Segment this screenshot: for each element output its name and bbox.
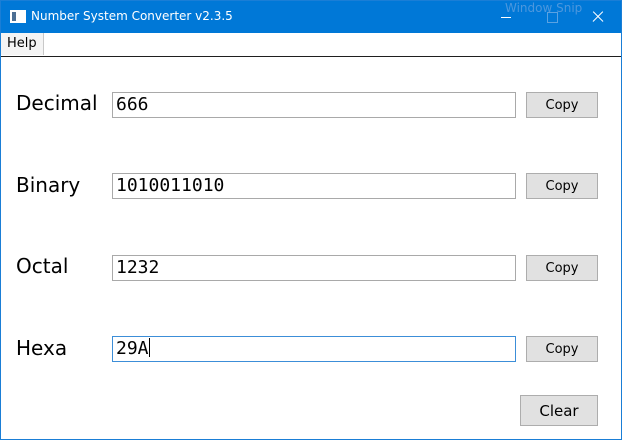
converter-window: Number System Converter v2.3.5 Window Sn… bbox=[0, 0, 622, 440]
menu-bar: Help bbox=[1, 33, 621, 57]
hexa-label: Hexa bbox=[16, 336, 68, 360]
octal-label: Octal bbox=[16, 254, 69, 278]
menu-help[interactable]: Help bbox=[1, 33, 44, 55]
hexa-input-value: 29A bbox=[116, 338, 149, 359]
octal-input[interactable]: 1232 bbox=[112, 255, 516, 281]
window-title: Number System Converter v2.3.5 bbox=[31, 9, 233, 23]
copy-decimal-button[interactable]: Copy bbox=[526, 92, 598, 118]
decimal-input[interactable]: 666 bbox=[112, 92, 516, 118]
app-window-icon bbox=[10, 10, 26, 23]
close-button[interactable] bbox=[575, 1, 621, 33]
copy-octal-button[interactable]: Copy bbox=[526, 255, 598, 281]
decimal-label: Decimal bbox=[16, 91, 98, 115]
minimize-button[interactable] bbox=[483, 1, 529, 33]
binary-input[interactable]: 1010011010 bbox=[112, 173, 516, 199]
maximize-button[interactable] bbox=[529, 1, 575, 33]
copy-binary-button[interactable]: Copy bbox=[526, 173, 598, 199]
clear-button[interactable]: Clear bbox=[520, 395, 598, 426]
binary-label: Binary bbox=[16, 173, 81, 197]
hexa-input[interactable]: 29A bbox=[112, 336, 516, 362]
title-bar[interactable]: Number System Converter v2.3.5 Window Sn… bbox=[1, 1, 621, 33]
maximize-icon bbox=[546, 11, 558, 23]
copy-hexa-button[interactable]: Copy bbox=[526, 336, 598, 362]
minimize-icon bbox=[501, 16, 511, 18]
text-caret bbox=[148, 338, 150, 357]
close-icon bbox=[592, 11, 604, 23]
